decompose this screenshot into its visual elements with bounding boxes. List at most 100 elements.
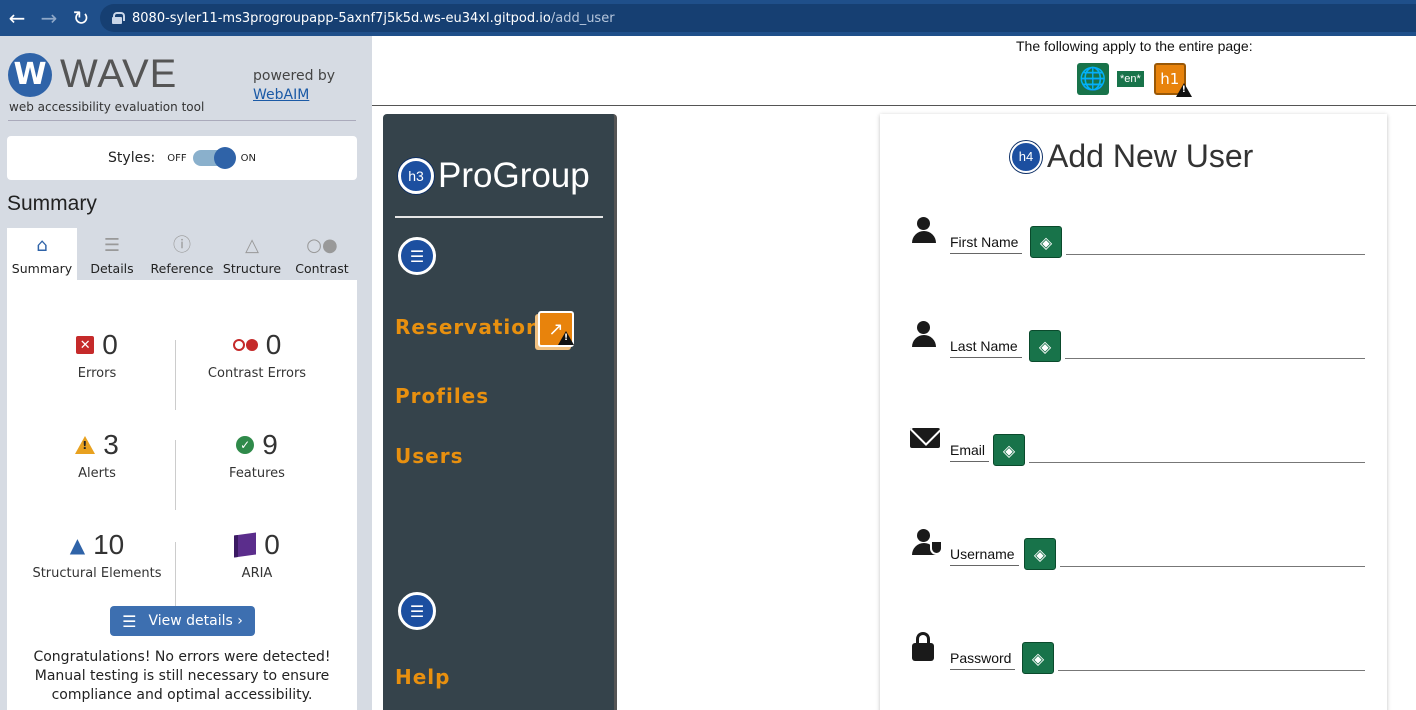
stat-contrast-errors: 0 Contrast Errors: [177, 328, 337, 381]
arrow-right-icon: →: [40, 6, 58, 30]
structure-icon: △: [245, 235, 259, 256]
tab-label: Summary: [11, 261, 73, 276]
view-details-button[interactable]: ☰ View details ›: [110, 606, 255, 636]
add-user-form: h4 Add New User First Name ◈ Last Name ◈…: [880, 114, 1387, 710]
powered-by: powered by WebAIM: [253, 67, 335, 105]
last-name-field: Last Name ◈: [904, 320, 1365, 370]
tab-summary[interactable]: ⌂ Summary: [7, 228, 77, 280]
list-icon: ☰: [103, 235, 121, 256]
nav-profiles[interactable]: Profiles: [395, 384, 489, 408]
divider: [8, 120, 356, 121]
divider: [175, 542, 176, 612]
webaim-link[interactable]: WebAIM: [253, 87, 309, 103]
password-input[interactable]: [1058, 670, 1365, 671]
reload-button[interactable]: ↻: [66, 3, 96, 33]
tab-label: Reference: [150, 261, 214, 276]
h3-badge[interactable]: h3: [398, 158, 434, 194]
aria-count: 0: [264, 529, 280, 560]
stat-errors: ✕ 0 Errors: [17, 328, 177, 381]
email-input[interactable]: [1029, 462, 1365, 463]
lock-icon: [112, 12, 125, 24]
tab-structure[interactable]: △ Structure: [217, 228, 287, 280]
feature-check-icon: ✓: [236, 436, 255, 454]
username-label: Username: [950, 546, 1019, 566]
tab-label: Details: [90, 261, 134, 276]
structure-icon: ▲: [69, 533, 86, 557]
forward-button[interactable]: →: [34, 3, 64, 33]
last-name-label: Last Name: [950, 338, 1022, 358]
page-level-panel: The following apply to the entire page: …: [372, 36, 1416, 106]
summary-heading: Summary: [7, 192, 97, 215]
h4-badge[interactable]: h4: [1010, 140, 1042, 173]
email-label: Email: [950, 442, 990, 462]
label-tag-icon[interactable]: ◈: [993, 434, 1025, 466]
structural-count: 10: [93, 529, 125, 560]
errors-count: 0: [102, 329, 118, 360]
password-field: Password ◈: [904, 632, 1365, 682]
alerts-label: Alerts: [78, 466, 116, 481]
styles-toggle[interactable]: [192, 147, 236, 169]
arrow-left-icon: ←: [8, 6, 26, 30]
list-badge-icon[interactable]: ☰: [398, 237, 436, 275]
nav-help[interactable]: Help: [395, 665, 450, 689]
user-shield-icon: [910, 528, 943, 558]
username-input[interactable]: [1060, 566, 1365, 567]
wave-subtitle: web accessibility evaluation tool: [9, 100, 205, 114]
warning-icon: !: [1175, 83, 1192, 97]
label-tag-icon[interactable]: ◈: [1029, 330, 1061, 362]
features-count: 9: [262, 429, 278, 460]
wave-tabs: ⌂ Summary ☰ Details ⓘ Reference △ Struct…: [7, 228, 357, 280]
label-tag-icon[interactable]: ◈: [1024, 538, 1056, 570]
features-label: Features: [229, 466, 285, 481]
url-path: /add_user: [550, 10, 615, 26]
language-badge[interactable]: *en*: [1117, 71, 1144, 87]
page-level-text: The following apply to the entire page:: [1016, 38, 1253, 54]
tab-label: Structure: [222, 261, 282, 276]
back-button[interactable]: ←: [2, 3, 32, 33]
page-title: Add New User: [1047, 138, 1254, 174]
tab-details[interactable]: ☰ Details: [77, 228, 147, 280]
list-badge-icon[interactable]: ☰: [398, 592, 436, 630]
alert-icon: !: [75, 436, 96, 454]
last-name-input[interactable]: [1065, 358, 1365, 359]
brand-name[interactable]: ProGroup: [438, 156, 590, 196]
tab-contrast[interactable]: ○● Contrast: [287, 228, 357, 280]
nav-reservations[interactable]: Reservations: [395, 315, 554, 339]
aria-label: ARIA: [241, 566, 273, 581]
label-tag-icon[interactable]: ◈: [1022, 642, 1054, 674]
tab-reference[interactable]: ⓘ Reference: [147, 228, 217, 280]
url-host: 8080-syler11-ms3progroupapp-5axnf7j5k5d.…: [132, 10, 551, 26]
brand: h3 ProGroup: [398, 156, 590, 196]
browser-toolbar: ← → ↻ 8080-syler11-ms3progroupapp-5axnf7…: [0, 0, 1416, 36]
congrats-message: Congratulations! No errors were detected…: [33, 649, 331, 703]
first-name-input[interactable]: [1066, 254, 1365, 255]
address-bar[interactable]: 8080-syler11-ms3progroupapp-5axnf7j5k5d.…: [100, 4, 1416, 32]
powered-by-label: powered by: [253, 68, 336, 84]
external-link-icon[interactable]: ↗ !: [538, 311, 574, 347]
page-level-icons: 🌐 *en* h1 !: [1077, 63, 1192, 97]
reload-icon: ↻: [72, 6, 90, 30]
person-icon: [910, 216, 938, 246]
stat-structural: ▲ 10 Structural Elements: [17, 528, 177, 581]
list-icon: ☰: [122, 611, 137, 631]
divider: [395, 216, 603, 218]
styles-on-label: ON: [240, 152, 256, 164]
form-title: h4 Add New User: [1010, 138, 1253, 175]
divider: [175, 440, 176, 510]
view-details-label: View details ›: [148, 613, 243, 629]
error-icon: ✕: [76, 336, 95, 354]
errors-label: Errors: [77, 366, 117, 381]
divider: [175, 340, 176, 410]
stat-features: ✓ 9 Features: [177, 428, 337, 481]
globe-icon[interactable]: 🌐: [1077, 63, 1109, 95]
contrast-errors-label: Contrast Errors: [207, 366, 307, 381]
first-name-field: First Name ◈: [904, 216, 1365, 266]
h1-badge[interactable]: h1 !: [1153, 63, 1192, 97]
wave-sidebar: W WAVE web accessibility evaluation tool…: [0, 36, 372, 710]
home-icon: ⌂: [36, 235, 48, 256]
wave-logo-text: WAVE: [60, 52, 178, 96]
label-tag-icon[interactable]: ◈: [1030, 226, 1062, 258]
person-icon: [910, 320, 938, 350]
nav-users[interactable]: Users: [395, 444, 463, 468]
username-field: Username ◈: [904, 528, 1365, 578]
